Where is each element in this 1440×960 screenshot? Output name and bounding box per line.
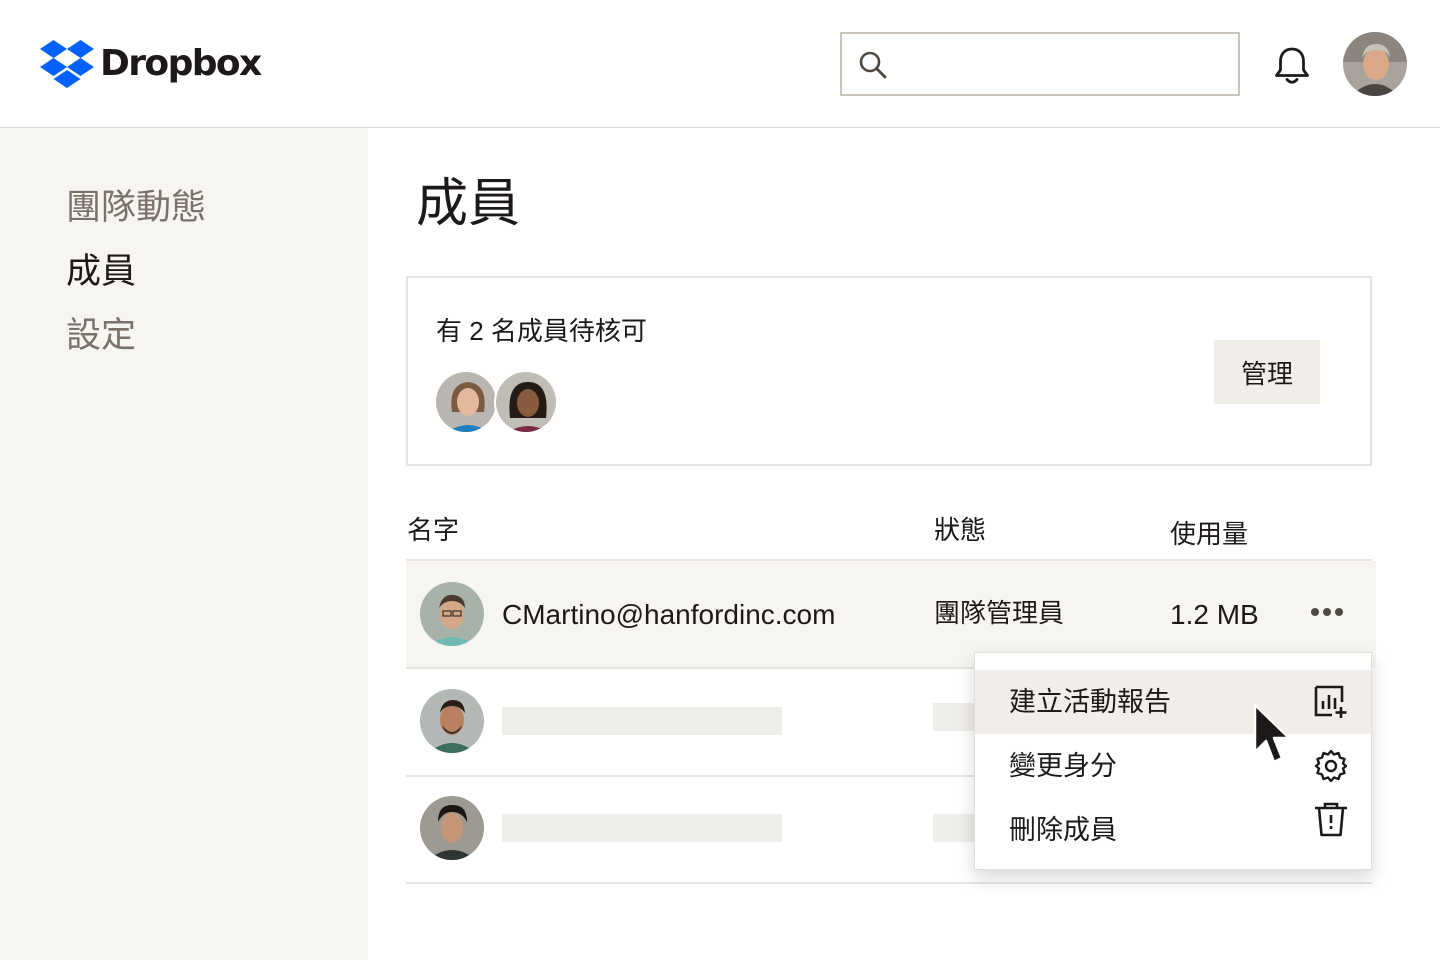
report-add-icon — [1314, 685, 1347, 718]
manage-button[interactable]: 管理 — [1214, 340, 1320, 404]
more-options-button[interactable] — [1304, 597, 1350, 627]
member-actions-menu: 建立活動報告 變更身分 刪除成員 — [974, 652, 1372, 870]
menu-item-label: 變更身分 — [1009, 751, 1117, 781]
menu-item-create-activity-report[interactable]: 建立活動報告 — [975, 670, 1371, 734]
menu-item-label: 建立活動報告 — [1009, 687, 1171, 717]
sidebar-item-team-activity[interactable]: 團隊動態 — [66, 186, 206, 230]
column-header-usage[interactable]: 使用量 — [1170, 516, 1248, 552]
avatar — [420, 582, 484, 646]
search-icon — [859, 51, 887, 79]
column-header-status[interactable]: 狀態 — [934, 512, 986, 548]
pending-approval-card: 有 2 名成員待核可 管理 — [406, 276, 1372, 466]
member-status: 團隊管理員 — [934, 598, 1065, 628]
search-box[interactable] — [840, 32, 1240, 96]
top-header: Dropbox — [0, 0, 1440, 128]
member-usage: 1.2 MB — [1170, 599, 1259, 630]
menu-item-delete-member[interactable]: 刪除成員 — [975, 798, 1371, 862]
avatar — [434, 370, 498, 434]
dropbox-logo[interactable]: Dropbox — [40, 40, 262, 88]
name-placeholder — [502, 707, 782, 735]
pending-member-avatars — [434, 370, 574, 436]
dropbox-logo-icon — [40, 40, 94, 88]
brand-name: Dropbox — [100, 43, 262, 84]
avatar — [420, 796, 484, 860]
user-avatar-photo — [1343, 32, 1407, 96]
bell-icon[interactable] — [1270, 44, 1314, 88]
menu-item-label: 刪除成員 — [1009, 815, 1117, 845]
avatar — [494, 370, 558, 434]
user-avatar[interactable] — [1343, 32, 1407, 96]
page-title: 成員 — [416, 175, 521, 233]
table-divider — [406, 882, 1372, 884]
column-header-name[interactable]: 名字 — [407, 512, 459, 548]
search-input[interactable] — [904, 46, 1224, 82]
gear-icon — [1314, 749, 1348, 783]
trash-icon — [1315, 802, 1347, 837]
more-dots-icon — [1311, 608, 1319, 616]
avatar — [420, 689, 484, 753]
sidebar-item-settings[interactable]: 設定 — [66, 314, 136, 358]
name-placeholder — [502, 814, 782, 842]
sidebar: 團隊動態 成員 設定 — [0, 128, 368, 960]
member-email: CMartino@hanfordinc.com — [502, 599, 836, 630]
sidebar-item-members[interactable]: 成員 — [66, 250, 136, 294]
pending-approval-text: 有 2 名成員待核可 — [436, 316, 647, 346]
menu-item-change-role[interactable]: 變更身分 — [975, 734, 1371, 798]
